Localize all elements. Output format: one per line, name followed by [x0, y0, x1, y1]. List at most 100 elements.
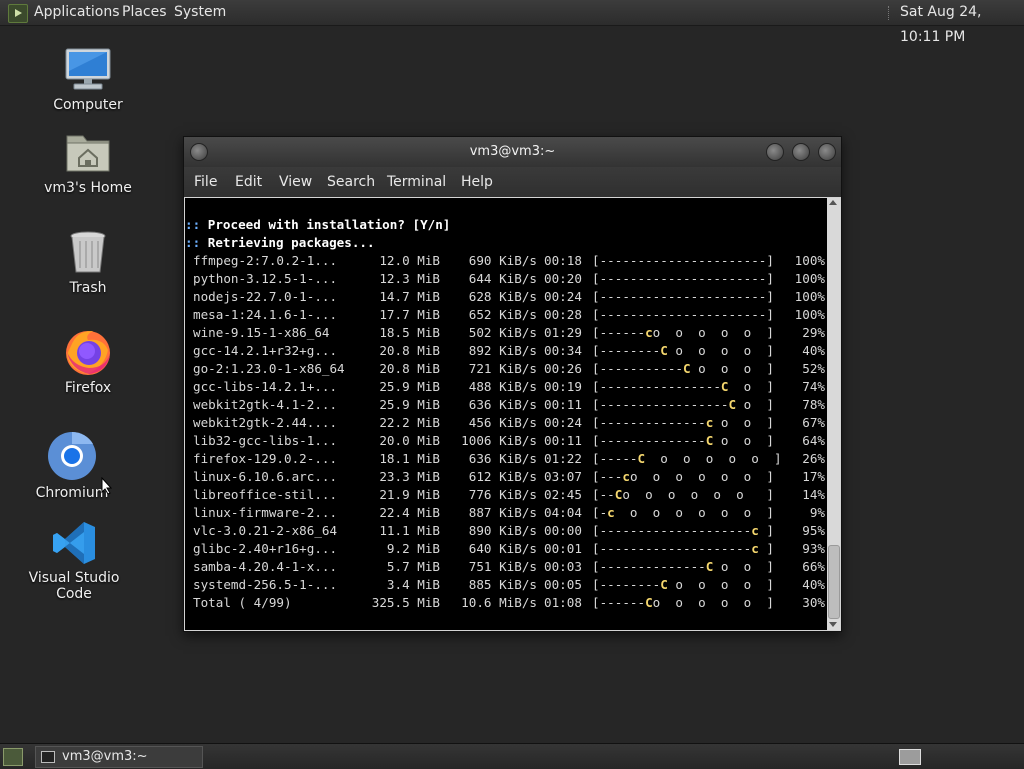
progress-remaining: o o o o ] [667, 577, 774, 592]
package-percent: 40% [802, 577, 825, 592]
desktop-icon-computer[interactable]: Computer [33, 45, 143, 113]
menu-search[interactable]: Search [327, 167, 375, 197]
progress-pacman: c [751, 541, 759, 556]
package-eta: 00:11 [544, 397, 582, 412]
package-eta: 00:19 [544, 379, 582, 394]
home-folder-icon [64, 128, 112, 176]
package-speed: 776 KiB/s [468, 487, 537, 502]
package-eta: 00:00 [544, 523, 582, 538]
retrieving-message: Retrieving packages... [207, 235, 375, 250]
progress-remaining: o o o ] [690, 361, 774, 376]
progress-remaining: o o o o o ] [645, 451, 782, 466]
chromium-icon [47, 431, 97, 481]
system-menu[interactable]: System [174, 0, 226, 25]
workspace-switcher[interactable] [899, 749, 921, 765]
menu-file[interactable]: File [194, 167, 217, 197]
title-bar[interactable]: vm3@vm3:~ [184, 137, 841, 167]
progress-pacman: C [660, 577, 668, 592]
package-row: linux-6.10.6.arc... 23.3 MiB 612 KiB/s 03:0… [185, 468, 827, 486]
progress-bar: [-----C o o o o o ] [592, 450, 782, 468]
menu-help[interactable]: Help [461, 167, 493, 197]
terminal-window[interactable]: vm3@vm3:~ File Edit View Search Terminal… [183, 136, 842, 632]
progress-bar: [----------------------] [592, 252, 774, 270]
package-name: wine-9.15-1-x86_64 [193, 325, 330, 340]
progress-filled: [---------------------- [592, 307, 767, 322]
package-name: webkit2gtk-4.1-2... [193, 397, 338, 412]
progress-filled: [-- [592, 487, 615, 502]
desktop-icon-label: vm3's Home [44, 180, 132, 196]
package-percent: 66% [802, 559, 825, 574]
progress-pacman: c [622, 469, 630, 484]
package-name: Total ( 4/99) [193, 595, 292, 610]
taskbar-window-button[interactable]: vm3@vm3:~ [35, 746, 203, 768]
package-eta: 00:18 [544, 253, 582, 268]
package-row: wine-9.15-1-x86_64 18.5 MiB 502 KiB/s 01:29… [185, 324, 827, 342]
progress-bar: [-----------C o o o ] [592, 360, 774, 378]
prompt-marker: :: [185, 235, 201, 250]
package-name: samba-4.20.4-1-x... [193, 559, 338, 574]
minimize-icon[interactable] [766, 143, 784, 161]
progress-pacman: c [645, 325, 653, 340]
progress-filled: [---------------- [592, 379, 721, 394]
progress-bar: [--------------C o o ] [592, 558, 774, 576]
show-desktop-icon[interactable] [3, 748, 23, 766]
terminal-scrollbar[interactable] [827, 198, 840, 630]
computer-icon [64, 45, 112, 93]
progress-remaining: o o o o o ] [652, 325, 774, 340]
menu-terminal[interactable]: Terminal [387, 167, 446, 197]
progress-filled: [------ [592, 325, 646, 340]
package-eta: 01:22 [544, 451, 582, 466]
progress-bar: [--------------C o o ] [592, 432, 774, 450]
progress-bar: [----------------C o ] [592, 378, 774, 396]
package-name: vlc-3.0.21-2-x86_64 [193, 523, 338, 538]
package-percent: 14% [802, 487, 825, 502]
progress-remaining: ] [766, 289, 774, 304]
package-percent: 52% [802, 361, 825, 376]
progress-pacman: C [660, 343, 668, 358]
package-percent: 95% [802, 523, 825, 538]
package-speed: 628 KiB/s [468, 289, 537, 304]
package-row: Total ( 4/99) 325.5 MiB 10.6 MiB/s 01:08 [--… [185, 594, 827, 612]
window-title: vm3@vm3:~ [469, 144, 556, 159]
menu-view[interactable]: View [279, 167, 312, 197]
places-menu[interactable]: Places [122, 0, 167, 25]
package-name: ffmpeg-2:7.0.2-1... [193, 253, 338, 268]
scrollbar-thumb[interactable] [828, 545, 840, 619]
terminal-output[interactable]: :: Proceed with installation? [Y/n] :: R… [185, 198, 827, 630]
desktop-icon-home[interactable]: vm3's Home [33, 128, 143, 196]
package-speed: 652 KiB/s [468, 307, 537, 322]
package-eta: 00:34 [544, 343, 582, 358]
window-menu-icon[interactable] [190, 143, 208, 161]
trash-icon [64, 228, 112, 276]
progress-pacman: C [728, 397, 737, 412]
mouse-cursor-icon [101, 477, 113, 495]
top-panel: Applications Places System Sat Aug 24, 1… [0, 0, 1024, 45]
applications-menu-icon[interactable] [8, 4, 28, 23]
progress-bar: [----------------------] [592, 270, 774, 288]
desktop-icon-vscode[interactable]: Visual Studio Code [19, 520, 129, 602]
applications-menu[interactable]: Applications [34, 0, 120, 25]
package-name: mesa-1:24.1.6-1-... [193, 307, 338, 322]
maximize-icon[interactable] [792, 143, 810, 161]
clock[interactable]: Sat Aug 24, 10:11 PM [900, 0, 1024, 50]
terminal-menubar: File Edit View Search Terminal Help [184, 167, 841, 197]
progress-bar: [------Co o o o o ] [592, 594, 774, 612]
package-name: firefox-129.0.2-... [193, 451, 338, 466]
firefox-icon [63, 326, 113, 376]
package-eta: 00:01 [544, 541, 582, 556]
progress-filled: [- [592, 505, 608, 520]
progress-filled: [-------------- [592, 559, 706, 574]
progress-bar: [-----------------C o ] [592, 396, 774, 414]
scroll-down-arrow-icon[interactable] [829, 622, 837, 627]
package-speed: 502 KiB/s [468, 325, 537, 340]
desktop-icon-trash[interactable]: Trash [33, 228, 143, 296]
vscode-icon [51, 520, 97, 566]
progress-filled: [-------------------- [592, 523, 752, 538]
close-icon[interactable] [818, 143, 836, 161]
desktop-icon-firefox[interactable]: Firefox [33, 326, 143, 396]
package-name: libreoffice-stil... [193, 487, 338, 502]
menu-edit[interactable]: Edit [235, 167, 262, 197]
progress-remaining: o o o o ] [667, 343, 774, 358]
package-eta: 04:04 [544, 505, 582, 520]
scroll-up-arrow-icon[interactable] [829, 200, 837, 205]
